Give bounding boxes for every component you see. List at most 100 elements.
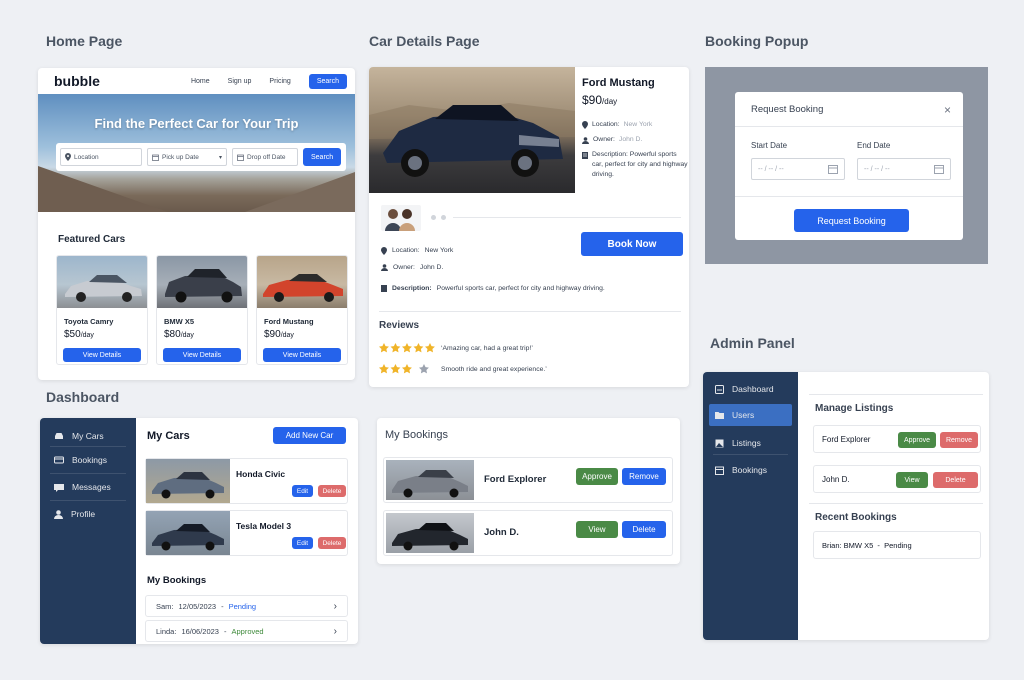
edit-button[interactable]: Edit xyxy=(292,485,313,497)
listing-name: John D. xyxy=(822,475,850,484)
home-navbar: bubble Home Sign up Pricing Search xyxy=(38,68,355,94)
sidebar-item-my-cars[interactable]: My Cars xyxy=(40,426,136,446)
remove-button[interactable]: Remove xyxy=(940,432,978,448)
dashboard-panel: My Cars Bookings Messages Profile My Car… xyxy=(40,418,358,644)
chevron-right-icon: › xyxy=(333,625,337,637)
user-icon xyxy=(582,135,589,145)
divider xyxy=(453,217,681,218)
home-page-panel: bubble Home Sign up Pricing Search Find … xyxy=(38,68,355,380)
nav-signup-link[interactable]: Sign up xyxy=(228,78,252,85)
edit-button[interactable]: Edit xyxy=(292,537,313,549)
car-photo xyxy=(386,513,474,553)
review-item: Smooth ride and great experience.’ xyxy=(379,364,547,374)
card-icon xyxy=(54,456,64,464)
admin-section-title: Admin Panel xyxy=(710,335,795,351)
booking-row[interactable]: Linda: 16/06/2023 - Approved › xyxy=(145,620,348,642)
sidebar-item-profile[interactable]: Profile xyxy=(40,501,136,527)
review-item: ‘Amazing car, had a great trip!’ xyxy=(379,343,533,353)
booking-row[interactable]: Sam: 12/05/2023 - Pending › xyxy=(145,595,348,617)
listing-name: Ford Explorer xyxy=(822,435,871,444)
owner-label: Owner: xyxy=(393,264,415,271)
view-button[interactable]: View xyxy=(896,472,928,488)
modal-title: Request Booking xyxy=(751,104,824,115)
car-icon xyxy=(54,432,64,440)
pickup-date-field[interactable]: Pick up Date ▾ xyxy=(147,148,227,166)
document-icon xyxy=(582,152,588,159)
delete-button[interactable]: Delete xyxy=(318,537,346,549)
featured-car-card[interactable]: Toyota Camry $50/day View Details xyxy=(56,255,148,365)
location-row: Location: New York xyxy=(381,247,453,255)
remove-button[interactable]: Remove xyxy=(622,468,666,485)
delete-button[interactable]: Delete xyxy=(622,521,666,538)
car-title: Ford Mustang xyxy=(582,77,655,89)
delete-button[interactable]: Delete xyxy=(318,485,346,497)
review-text: Smooth ride and great experience.’ xyxy=(441,365,547,373)
featured-car-card[interactable]: Ford Mustang $90/day View Details xyxy=(256,255,348,365)
hero-mountain-right xyxy=(245,172,355,212)
nav-home-link[interactable]: Home xyxy=(191,78,210,85)
end-date-input[interactable]: -- / -- / -- xyxy=(857,158,951,180)
hero-search-button[interactable]: Search xyxy=(303,148,342,166)
star-rating xyxy=(379,364,437,374)
start-date-input[interactable]: -- / -- / -- xyxy=(751,158,845,180)
admin-sidebar-item-dashboard[interactable]: Dashboard xyxy=(703,378,798,400)
booking-name: Sam: xyxy=(156,601,174,611)
document-icon xyxy=(381,285,387,292)
admin-sidebar-item-bookings[interactable]: Bookings xyxy=(703,459,798,481)
location-pin-icon xyxy=(65,153,71,161)
add-new-car-button[interactable]: Add New Car xyxy=(273,427,346,444)
sidebar-item-label: Listings xyxy=(732,438,761,448)
approve-button[interactable]: Approve xyxy=(898,432,936,448)
gallery-thumbnail[interactable] xyxy=(381,205,421,231)
gallery-dot[interactable] xyxy=(431,215,436,220)
view-details-button[interactable]: View Details xyxy=(163,348,241,362)
reviews-title: Reviews xyxy=(379,320,420,331)
start-date-label: Start Date xyxy=(751,141,788,150)
admin-sidebar-item-listings[interactable]: Listings xyxy=(703,432,798,454)
separator: - xyxy=(223,626,227,636)
featured-car-card[interactable]: BMW X5 $80/day View Details xyxy=(156,255,248,365)
location-placeholder: Location xyxy=(74,153,99,161)
messages-icon xyxy=(54,483,64,492)
view-details-button[interactable]: View Details xyxy=(63,348,141,362)
car-photo xyxy=(57,256,147,308)
dropoff-date-field[interactable]: Drop off Date xyxy=(232,148,298,166)
booking-car-name: Ford Explorer xyxy=(484,474,547,485)
admin-sidebar-item-users[interactable]: Users xyxy=(709,404,792,426)
chevron-down-icon: ▾ xyxy=(218,154,222,161)
sidebar-item-label: Bookings xyxy=(72,455,107,465)
dashboard-sidebar: My Cars Bookings Messages Profile xyxy=(40,418,136,644)
chevron-right-icon: › xyxy=(333,600,337,612)
car-name: Tesla Model 3 xyxy=(236,521,292,531)
recent-booking-row[interactable]: Brian: BMW X5 - Pending xyxy=(813,531,981,559)
my-car-row: Honda Civic Edit Delete xyxy=(145,458,348,504)
view-details-button[interactable]: View Details xyxy=(263,348,341,362)
featured-cars-title: Featured Cars xyxy=(58,234,126,245)
my-bookings-title: My Bookings xyxy=(147,575,207,586)
request-booking-button[interactable]: Request Booking xyxy=(794,209,909,232)
delete-button[interactable]: Delete xyxy=(933,472,978,488)
dropoff-placeholder: Drop off Date xyxy=(247,153,286,161)
logo[interactable]: bubble xyxy=(54,73,100,89)
owner-label: Owner: xyxy=(593,136,615,143)
location-field[interactable]: Location xyxy=(60,148,142,166)
book-now-button[interactable]: Book Now xyxy=(581,232,683,256)
nav-pricing-link[interactable]: Pricing xyxy=(269,78,290,85)
car-info-box: Ford Mustang $90/day Location: New York O… xyxy=(576,77,688,180)
owner-row: Owner: John D. xyxy=(381,264,443,271)
dashboard-icon xyxy=(715,384,724,394)
review-text: ‘Amazing car, had a great trip!’ xyxy=(441,344,533,352)
approve-button[interactable]: Approve xyxy=(576,468,618,485)
gallery-dot[interactable] xyxy=(441,215,446,220)
calendar-icon xyxy=(237,154,244,161)
sidebar-item-bookings[interactable]: Bookings xyxy=(40,447,136,473)
view-button[interactable]: View xyxy=(576,521,618,538)
sidebar-item-label: Users xyxy=(732,410,755,420)
close-icon[interactable]: × xyxy=(944,103,951,117)
divider xyxy=(735,126,963,127)
sidebar-item-messages[interactable]: Messages xyxy=(40,474,136,500)
description-label: Description: xyxy=(392,285,432,292)
car-photo xyxy=(157,256,247,308)
divider xyxy=(735,196,963,197)
nav-search-button[interactable]: Search xyxy=(308,73,347,89)
